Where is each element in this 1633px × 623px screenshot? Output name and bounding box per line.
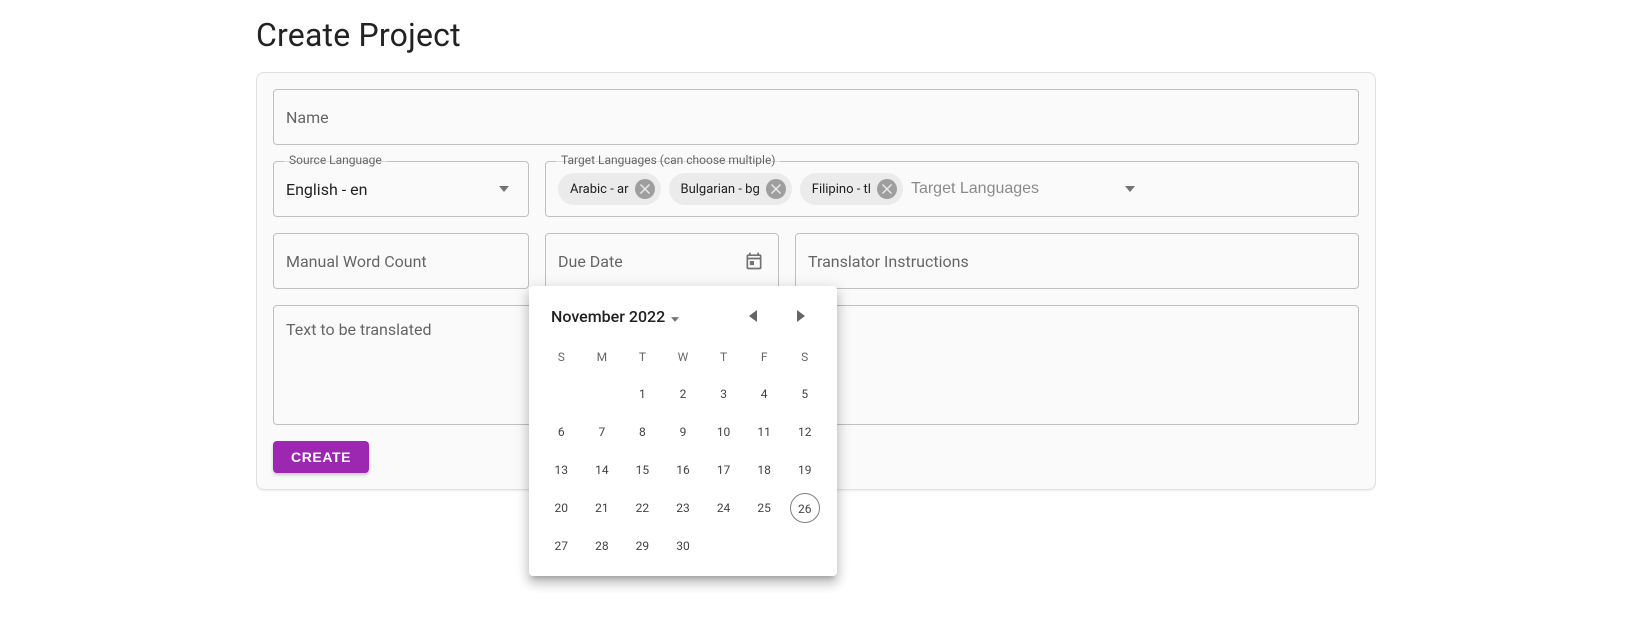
calendar-dow: S	[541, 340, 582, 374]
calendar-dow: F	[744, 340, 785, 374]
calendar-day[interactable]: 21	[582, 490, 623, 526]
calendar-day[interactable]: 4	[744, 376, 785, 412]
date-picker-popup: November 2022 SMTWTFS1234567891011121314…	[529, 286, 837, 576]
source-language-value: English - en	[286, 180, 492, 199]
calendar-day[interactable]: 10	[703, 414, 744, 450]
due-date-field[interactable]: Due Date	[545, 233, 779, 289]
target-languages-chips: Arabic - ar Bulgarian - bg Filipino - tl	[558, 169, 1118, 209]
calendar-day[interactable]: 15	[622, 452, 663, 488]
calendar-day[interactable]: 22	[622, 490, 663, 526]
calendar-day[interactable]: 18	[744, 452, 785, 488]
calendar-title: November 2022	[551, 307, 665, 326]
name-field[interactable]: Name	[273, 89, 1359, 145]
instructions-placeholder: Translator Instructions	[808, 252, 969, 271]
calendar-dow: W	[663, 340, 704, 374]
calendar-day[interactable]: 9	[663, 414, 704, 450]
remove-chip-icon[interactable]	[877, 179, 897, 199]
chevron-down-icon	[492, 177, 516, 201]
calendar-day[interactable]: 29	[622, 528, 663, 564]
calendar-month-select[interactable]: November 2022	[551, 307, 679, 326]
calendar-day[interactable]: 2	[663, 376, 704, 412]
language-chip: Filipino - tl	[800, 173, 903, 205]
calendar-grid: SMTWTFS123456789101112131415161718192021…	[541, 340, 825, 564]
calendar-dow: T	[622, 340, 663, 374]
calendar-day[interactable]: 3	[703, 376, 744, 412]
calendar-day[interactable]: 17	[703, 452, 744, 488]
calendar-day[interactable]: 23	[663, 490, 704, 526]
calendar-day[interactable]: 26	[784, 490, 825, 526]
calendar-empty	[541, 376, 582, 412]
calendar-day[interactable]: 12	[784, 414, 825, 450]
calendar-day[interactable]: 6	[541, 414, 582, 450]
target-languages-select[interactable]: Target Languages (can choose multiple) A…	[545, 161, 1359, 217]
calendar-day[interactable]: 20	[541, 490, 582, 526]
calendar-day[interactable]: 11	[744, 414, 785, 450]
calendar-day[interactable]: 25	[744, 490, 785, 526]
calendar-dow: S	[784, 340, 825, 374]
target-languages-input[interactable]	[911, 180, 1118, 198]
calendar-day[interactable]: 14	[582, 452, 623, 488]
calendar-day[interactable]: 28	[582, 528, 623, 564]
manual-word-count-field[interactable]: Manual Word Count	[273, 233, 529, 289]
calendar-empty	[582, 376, 623, 412]
translator-instructions-field[interactable]: Translator Instructions	[795, 233, 1359, 289]
next-month-button[interactable]	[787, 302, 815, 330]
prev-month-button[interactable]	[739, 302, 767, 330]
chip-label: Filipino - tl	[812, 182, 871, 197]
create-project-form: Name Source Language English - en Target…	[256, 72, 1376, 490]
text-placeholder: Text to be translated	[286, 320, 431, 339]
language-chip: Bulgarian - bg	[669, 173, 792, 205]
calendar-day[interactable]: 5	[784, 376, 825, 412]
create-button[interactable]: CREATE	[273, 441, 369, 473]
calendar-day[interactable]: 1	[622, 376, 663, 412]
calendar-day[interactable]: 30	[663, 528, 704, 564]
source-language-select[interactable]: Source Language English - en	[273, 161, 529, 217]
chip-label: Bulgarian - bg	[681, 182, 760, 197]
chevron-down-icon	[1118, 177, 1142, 201]
remove-chip-icon[interactable]	[766, 179, 786, 199]
chip-label: Arabic - ar	[570, 182, 629, 197]
calendar-day[interactable]: 8	[622, 414, 663, 450]
word-count-placeholder: Manual Word Count	[286, 252, 427, 271]
calendar-day[interactable]: 16	[663, 452, 704, 488]
chevron-down-icon	[671, 307, 679, 326]
remove-chip-icon[interactable]	[635, 179, 655, 199]
language-chip: Arabic - ar	[558, 173, 661, 205]
calendar-icon[interactable]	[742, 249, 766, 273]
calendar-dow: T	[703, 340, 744, 374]
calendar-day[interactable]: 27	[541, 528, 582, 564]
target-languages-label: Target Languages (can choose multiple)	[556, 153, 780, 167]
due-date-placeholder: Due Date	[558, 252, 742, 271]
calendar-day[interactable]: 7	[582, 414, 623, 450]
calendar-dow: M	[582, 340, 623, 374]
calendar-day[interactable]: 13	[541, 452, 582, 488]
page-title: Create Project	[256, 16, 1376, 54]
name-placeholder: Name	[286, 108, 329, 127]
calendar-day[interactable]: 19	[784, 452, 825, 488]
calendar-day[interactable]: 24	[703, 490, 744, 526]
source-language-label: Source Language	[284, 153, 387, 167]
